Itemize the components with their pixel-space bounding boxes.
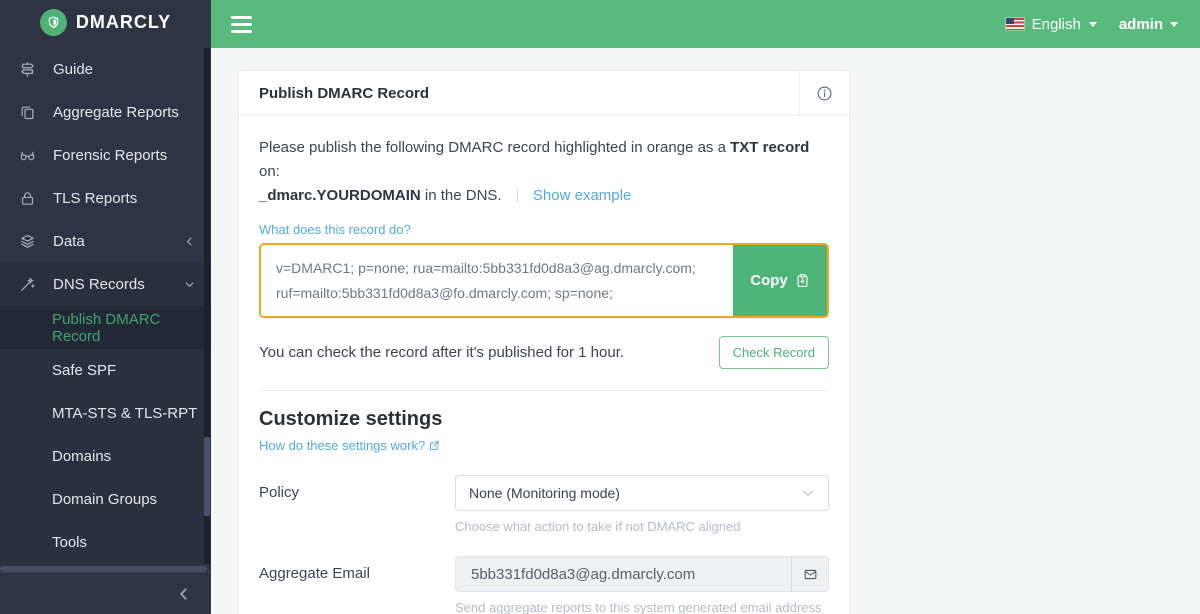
caret-down-icon: [1170, 22, 1178, 27]
topbar: English admin: [211, 0, 1200, 48]
how-settings-work-label: How do these settings work?: [259, 438, 425, 453]
intro-part2: on:: [259, 163, 280, 180]
us-flag-icon: [1006, 18, 1024, 30]
sidebar-item-forensic-reports[interactable]: Forensic Reports: [0, 134, 211, 177]
info-icon[interactable]: [799, 71, 849, 115]
layers-icon: [19, 233, 36, 250]
dmarc-record-value[interactable]: v=DMARC1; p=none; rua=mailto:5bb331fd0d8…: [261, 245, 733, 316]
check-record-row: You can check the record after it's publ…: [259, 336, 829, 369]
lock-icon: [19, 190, 36, 207]
intro-txt-record: TXT record: [730, 139, 809, 156]
sidebar-subitem-domain-groups[interactable]: Domain Groups: [0, 478, 211, 521]
intro-text: Please publish the following DMARC recor…: [259, 136, 829, 208]
main-area: English admin Publish DMARC Record Pleas…: [211, 0, 1200, 614]
copy-button-label: Copy: [750, 272, 788, 289]
sidebar-item-label: Aggregate Reports: [53, 104, 179, 121]
brand-name: DMARCLY: [76, 12, 171, 33]
aggregate-email-helper-text: Send aggregate reports to this system ge…: [455, 600, 829, 614]
sidebar-subitem-label: Tools: [52, 534, 87, 551]
sidebar: DMARCLY Guide Aggregate Reports Forensic…: [0, 0, 211, 614]
sidebar-subitem-label: Safe SPF: [52, 362, 116, 379]
sidebar-subitem-label: MTA-STS & TLS-RPT: [52, 405, 197, 422]
sidebar-subitem-label: Publish DMARC Record: [52, 311, 211, 345]
shield-logo-icon: [40, 9, 67, 36]
sidebar-subitem-label: Domain Groups: [52, 491, 157, 508]
check-note: You can check the record after it's publ…: [259, 344, 624, 361]
sidebar-collapse-bar[interactable]: [0, 572, 211, 614]
username-label: admin: [1119, 16, 1163, 33]
user-menu[interactable]: admin: [1119, 16, 1178, 33]
sidebar-subitem-domains[interactable]: Domains: [0, 435, 211, 478]
sidebar-item-label: TLS Reports: [53, 190, 137, 207]
policy-label: Policy: [259, 475, 455, 534]
sidebar-item-tls-reports[interactable]: TLS Reports: [0, 177, 211, 220]
aggregate-email-input-group: 5bb331fd0d8a3@ag.dmarcly.com: [455, 556, 829, 592]
intro-part1: Please publish the following DMARC recor…: [259, 139, 726, 156]
intro-part3: in the DNS.: [425, 187, 502, 204]
page-title: Publish DMARC Record: [239, 71, 429, 115]
sidebar-nav: Guide Aggregate Reports Forensic Reports…: [0, 45, 211, 572]
clipboard-icon: [795, 273, 810, 288]
brand-logo[interactable]: DMARCLY: [0, 0, 211, 45]
sidebar-subitem-safe-spf[interactable]: Safe SPF: [0, 349, 211, 392]
sidebar-item-label: DNS Records: [53, 276, 145, 293]
sidebar-subitem-publish-dmarc-record[interactable]: Publish DMARC Record: [0, 306, 211, 349]
record-help-row: What does this record do?: [259, 222, 829, 237]
card-body: Please publish the following DMARC recor…: [239, 116, 849, 614]
what-does-record-do-link[interactable]: What does this record do?: [259, 222, 411, 237]
policy-select[interactable]: None (Monitoring mode): [455, 475, 829, 511]
sidebar-item-data[interactable]: Data: [0, 220, 211, 263]
sidebar-item-label: Guide: [53, 61, 93, 78]
sidebar-item-dns-records[interactable]: DNS Records: [0, 263, 211, 306]
chevron-down-icon: [184, 279, 195, 290]
copy-pages-icon: [19, 104, 36, 121]
sidebar-item-label: Forensic Reports: [53, 147, 167, 164]
hamburger-menu-icon[interactable]: [225, 10, 258, 39]
wand-icon: [19, 276, 36, 293]
chevron-down-icon: [801, 486, 815, 500]
sidebar-subitem-label: Domains: [52, 448, 111, 465]
envelope-icon: [791, 557, 828, 591]
chevron-left-icon: [184, 236, 195, 247]
aggregate-email-field[interactable]: 5bb331fd0d8a3@ag.dmarcly.com: [456, 557, 791, 591]
section-divider: [259, 390, 829, 391]
customize-settings-heading: Customize settings: [259, 408, 829, 431]
show-example-link[interactable]: Show example: [533, 187, 631, 204]
publish-dmarc-card: Publish DMARC Record Please publish the …: [238, 70, 850, 614]
language-selector[interactable]: English: [1006, 16, 1097, 33]
policy-selected-value: None (Monitoring mode): [469, 485, 620, 501]
sidebar-item-aggregate-reports[interactable]: Aggregate Reports: [0, 91, 211, 134]
intro-dmarc-host: _dmarc.YOURDOMAIN: [259, 187, 421, 204]
glasses-icon: [19, 147, 36, 164]
copy-button[interactable]: Copy: [733, 245, 827, 316]
settings-help-row: How do these settings work?: [259, 438, 829, 453]
content-area: Publish DMARC Record Please publish the …: [211, 48, 1200, 614]
sidebar-scrollbar-thumb[interactable]: [204, 437, 210, 516]
caret-down-icon: [1089, 22, 1097, 27]
collapse-sidebar-icon: [177, 587, 191, 601]
signpost-icon: [19, 61, 36, 78]
check-record-button[interactable]: Check Record: [719, 336, 829, 369]
policy-helper-text: Choose what action to take if not DMARC …: [455, 519, 829, 534]
external-link-icon: [429, 440, 440, 451]
card-header: Publish DMARC Record: [239, 71, 849, 116]
aggregate-email-row: Aggregate Email 5bb331fd0d8a3@ag.dmarcly…: [259, 556, 829, 614]
sidebar-item-guide[interactable]: Guide: [0, 48, 211, 91]
dmarc-record-box: v=DMARC1; p=none; rua=mailto:5bb331fd0d8…: [259, 243, 829, 318]
vertical-separator: [517, 189, 518, 202]
language-label: English: [1032, 16, 1081, 33]
sidebar-item-label: Data: [53, 233, 85, 250]
how-settings-work-link[interactable]: How do these settings work?: [259, 438, 440, 453]
aggregate-email-label: Aggregate Email: [259, 556, 455, 614]
sidebar-subitem-tools[interactable]: Tools: [0, 521, 211, 564]
policy-row: Policy None (Monitoring mode) Choose wha…: [259, 475, 829, 534]
sidebar-subitem-mta-sts-tls-rpt[interactable]: MTA-STS & TLS-RPT: [0, 392, 211, 435]
